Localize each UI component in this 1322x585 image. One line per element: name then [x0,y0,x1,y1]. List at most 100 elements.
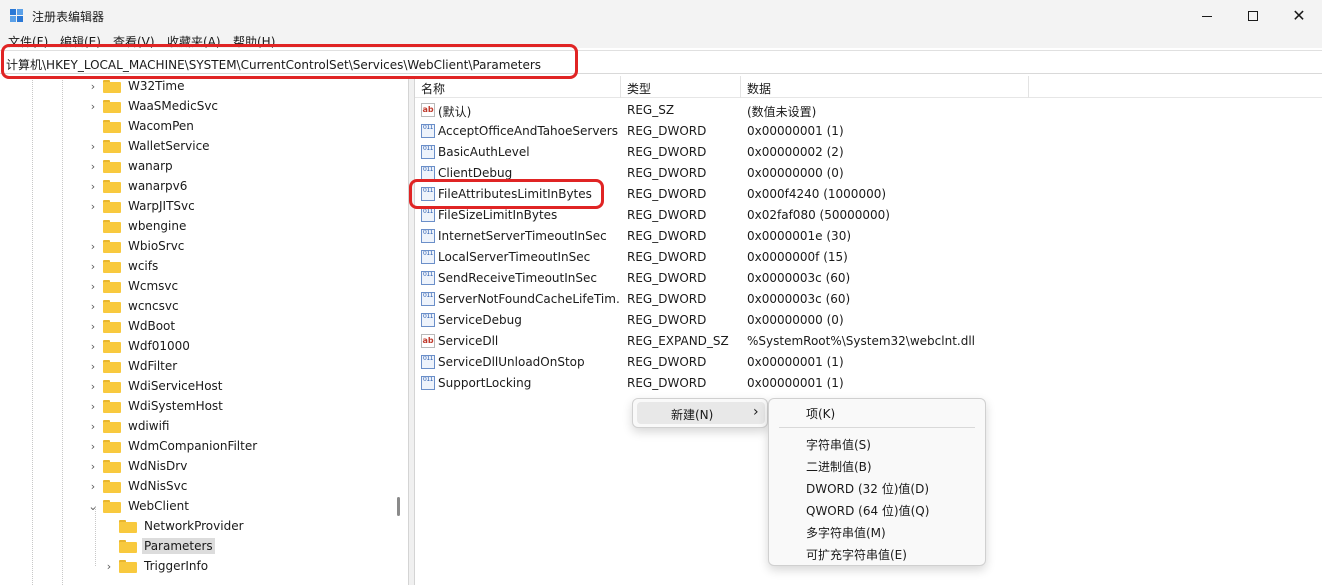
tree-item-label: WdiServiceHost [128,379,223,393]
chevron-right-icon[interactable]: › [87,480,99,493]
tree-item[interactable]: wbengine [87,216,188,236]
tree-item[interactable]: › wanarpv6 [87,176,189,196]
chevron-right-icon[interactable]: › [87,380,99,393]
value-name: ClientDebug [438,166,513,180]
value-type: REG_DWORD [627,313,707,327]
tree-item[interactable]: › WaaSMedicSvc [87,96,220,116]
chevron-right-icon[interactable]: › [87,320,99,333]
tree-item[interactable]: › TriggerInfo [103,556,210,576]
chevron-down-icon[interactable]: ⌄ [87,500,99,513]
tree-item[interactable]: NetworkProvider [103,516,246,536]
tree-item[interactable]: › WdiSystemHost [87,396,225,416]
chevron-right-icon[interactable]: › [87,400,99,413]
value-row[interactable]: ab (默认) REG_SZ (数值未设置) [415,100,1315,121]
tree-item[interactable]: › WdiServiceHost [87,376,225,396]
folder-icon [103,499,121,513]
value-row[interactable]: 011 BasicAuthLevel REG_DWORD 0x00000002 (2) [415,142,1315,163]
submenu-separator [779,427,975,428]
tree-guide-line [32,76,33,585]
folder-icon [103,379,121,393]
chevron-right-icon[interactable]: › [87,440,99,453]
value-row[interactable]: 011 InternetServerTimeoutInSec REG_DWORD 0x… [415,226,1315,247]
tree-item[interactable]: › Wcmsvc [87,276,180,296]
chevron-right-icon[interactable]: › [87,260,99,273]
tree-item[interactable]: WacomPen [87,116,196,136]
value-row[interactable]: 011 ServiceDebug REG_DWORD 0x00000000 (0) [415,310,1315,331]
close-button[interactable]: ✕ [1276,0,1322,32]
tree-item[interactable]: › wcifs [87,256,160,276]
tree-item-label: WdNisDrv [128,459,188,473]
binary-value-icon: 011 [421,271,435,285]
context-menu-new[interactable]: 新建(N) › [637,402,765,424]
tree-item-label: NetworkProvider [144,519,244,533]
submenu-binary-value[interactable]: 二进制值(B) [769,454,985,476]
value-row[interactable]: 011 ServerNotFoundCacheLifeTim... REG_DWOR… [415,289,1315,310]
tree-scrollbar-thumb[interactable] [397,497,400,516]
tree-item[interactable]: › WdBoot [87,316,177,336]
value-name: FileSizeLimitInBytes [438,208,558,222]
chevron-right-icon[interactable]: › [87,280,99,293]
minimize-icon [1202,15,1212,17]
minimize-button[interactable] [1184,0,1230,32]
tree-item[interactable]: › WdNisDrv [87,456,189,476]
chevron-right-icon[interactable]: › [87,240,99,253]
chevron-right-icon[interactable]: › [87,80,99,93]
submenu-dword-value[interactable]: DWORD (32 位)值(D) [769,476,985,498]
tree-item[interactable]: › WdmCompanionFilter [87,436,259,456]
submenu-string-value[interactable]: 字符串值(S) [769,432,985,454]
submenu-item-label: 多字符串值(M) [806,526,886,540]
tree-item[interactable]: › WdNisSvc [87,476,189,496]
folder-icon [103,459,121,473]
column-header-type[interactable]: 类型 [627,80,651,97]
chevron-right-icon[interactable]: › [87,340,99,353]
value-row[interactable]: 011 ServiceDllUnloadOnStop REG_DWORD 0x0000… [415,352,1315,373]
value-row[interactable]: ab ServiceDll REG_EXPAND_SZ %SystemRoot%\Sy… [415,331,1315,352]
chevron-right-icon[interactable]: › [87,180,99,193]
key-tree-pane[interactable]: › W32Time › WaaSMedicSvc WacomPen › WalletS… [0,76,409,585]
value-row[interactable]: 011 LocalServerTimeoutInSec REG_DWORD 0x000… [415,247,1315,268]
tree-item[interactable]: › WbioSrvc [87,236,186,256]
maximize-button[interactable] [1230,0,1276,32]
tree-item[interactable]: › Wdf01000 [87,336,192,356]
tree-item[interactable]: › W32Time [87,76,187,96]
tree-item[interactable]: › wcncsvc [87,296,181,316]
column-header-name[interactable]: 名称 [421,80,445,97]
tree-item[interactable]: › wanarp [87,156,175,176]
chevron-right-icon[interactable]: › [103,560,115,573]
value-row[interactable]: 011 SendReceiveTimeoutInSec REG_DWORD 0x000… [415,268,1315,289]
submenu-expandable-string-value[interactable]: 可扩充字符串值(E) [769,542,985,564]
column-divider[interactable] [1028,76,1029,98]
folder-icon [103,159,121,173]
tree-item[interactable]: › WalletService [87,136,212,156]
chevron-right-icon[interactable]: › [87,200,99,213]
submenu-multi-string-value[interactable]: 多字符串值(M) [769,520,985,542]
tree-item-parameters-selected[interactable]: Parameters [103,536,215,556]
chevron-right-icon[interactable]: › [87,100,99,113]
folder-icon [103,439,121,453]
column-divider[interactable] [740,76,741,98]
value-data: 0x00000001 (1) [747,376,844,390]
column-divider[interactable] [620,76,621,98]
chevron-right-icon[interactable]: › [87,360,99,373]
tree-item-webclient[interactable]: ⌄ WebClient [87,496,191,516]
value-row[interactable]: 011 SupportLocking REG_DWORD 0x00000001 (1) [415,373,1315,394]
value-row[interactable]: 011 AcceptOfficeAndTahoeServers REG_DWORD 0… [415,121,1315,142]
chevron-right-icon[interactable]: › [87,460,99,473]
submenu-qword-value[interactable]: QWORD (64 位)值(Q) [769,498,985,520]
submenu-item-label: 二进制值(B) [806,460,872,474]
tree-item-label: wcifs [128,259,159,273]
chevron-right-icon[interactable]: › [87,160,99,173]
chevron-right-icon[interactable]: › [87,140,99,153]
folder-icon [103,179,121,193]
submenu-key[interactable]: 项(K) [769,401,985,423]
value-data: 0x0000000f (15) [747,250,848,264]
tree-item[interactable]: › WarpJITSvc [87,196,197,216]
tree-item[interactable]: › wdiwifi [87,416,171,436]
column-header-data[interactable]: 数据 [747,80,771,97]
chevron-right-icon: › [753,404,759,420]
value-name: LocalServerTimeoutInSec [438,250,591,264]
chevron-right-icon[interactable]: › [87,420,99,433]
tree-item[interactable]: › WdFilter [87,356,179,376]
chevron-right-icon[interactable]: › [87,300,99,313]
submenu-item-label: 可扩充字符串值(E) [806,548,907,562]
